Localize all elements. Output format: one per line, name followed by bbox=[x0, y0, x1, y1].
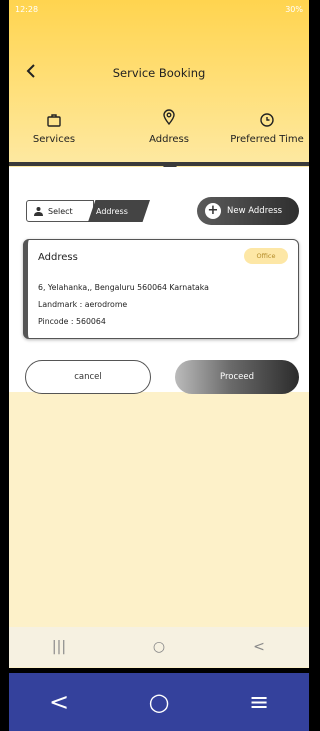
device-home-button[interactable]: ○ bbox=[129, 688, 189, 716]
clock-icon bbox=[260, 113, 274, 127]
user-location-icon bbox=[34, 206, 43, 216]
page-title: Service Booking bbox=[112, 66, 206, 80]
tab-label: Preferred Time bbox=[230, 134, 304, 145]
select-address-label: Select Address bbox=[26, 200, 150, 222]
tab-services[interactable]: Services bbox=[19, 112, 89, 145]
battery-level: 30% bbox=[285, 4, 303, 14]
address-segment: Address bbox=[88, 200, 150, 222]
tab-underline bbox=[9, 162, 309, 166]
select-segment: Select bbox=[26, 200, 94, 222]
booking-steps: Services Address Preferred Time bbox=[9, 109, 309, 162]
device-nav-bar: < ○ ≡ bbox=[9, 673, 309, 731]
address-line: 6, Yelahanka,, Bengaluru 560064 Karnatak… bbox=[38, 283, 209, 292]
app-screen: 12:28 30% Service Booking Services Addre… bbox=[9, 0, 309, 668]
tab-label: Address bbox=[149, 134, 189, 145]
home-button[interactable]: ○ bbox=[129, 639, 189, 655]
device-back-button[interactable]: < bbox=[29, 688, 89, 716]
system-nav-bar: ||| ○ < bbox=[9, 627, 309, 667]
select-text: Select bbox=[48, 206, 73, 216]
back-nav-button[interactable]: < bbox=[229, 639, 289, 655]
address-card-title: Address bbox=[38, 252, 78, 263]
plus-icon: + bbox=[205, 203, 221, 219]
cancel-button[interactable]: cancel bbox=[25, 360, 151, 394]
new-address-label: New Address bbox=[227, 206, 283, 216]
proceed-button[interactable]: Proceed bbox=[175, 360, 299, 394]
tab-preferred-time[interactable]: Preferred Time bbox=[219, 112, 309, 145]
header: 12:28 30% Service Booking Services Addre… bbox=[9, 0, 309, 167]
tab-label: Services bbox=[32, 134, 76, 145]
recents-button[interactable]: ||| bbox=[29, 639, 89, 655]
location-pin-icon bbox=[163, 109, 175, 125]
new-address-button[interactable]: + New Address bbox=[197, 197, 299, 225]
address-panel: Select Address + New Address Address Off… bbox=[9, 167, 309, 394]
status-time: 12:28 bbox=[15, 4, 39, 14]
tab-address[interactable]: Address bbox=[139, 109, 199, 145]
pincode-line: Pincode : 560064 bbox=[38, 317, 106, 326]
landmark-line: Landmark : aerodrome bbox=[38, 300, 128, 309]
address-type-badge: Office bbox=[244, 248, 288, 264]
briefcase-icon bbox=[47, 114, 61, 127]
address-text: Address bbox=[96, 206, 128, 216]
device-menu-button[interactable]: ≡ bbox=[229, 688, 289, 716]
status-bar: 12:28 30% bbox=[9, 0, 309, 18]
address-card[interactable]: Address Office 6, Yelahanka,, Bengaluru … bbox=[23, 239, 299, 339]
